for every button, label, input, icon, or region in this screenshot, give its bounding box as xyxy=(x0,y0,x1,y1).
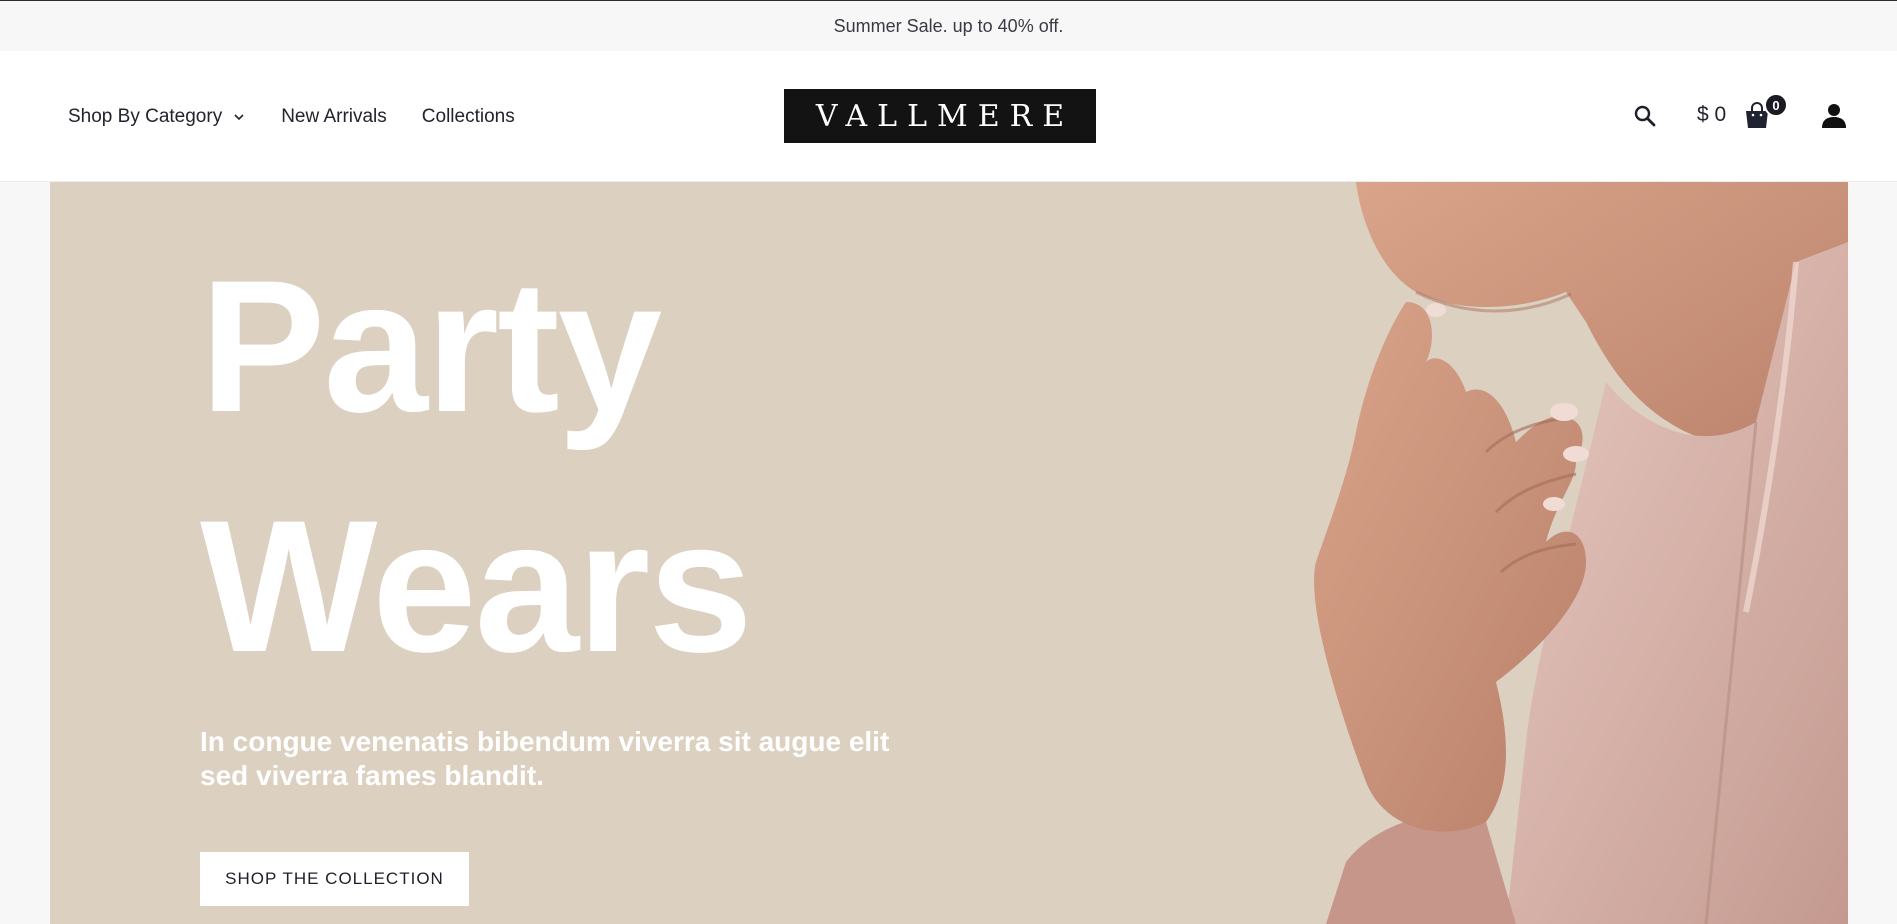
hero-title-line2: Wears xyxy=(200,481,753,691)
cart-total[interactable]: $ 0 xyxy=(1697,103,1726,127)
brand-logo[interactable]: VALLMERE xyxy=(784,89,1096,143)
model-image xyxy=(1314,182,1848,924)
site-header: Shop By Category New Arrivals Collection… xyxy=(0,51,1897,182)
announcement-bar: Summer Sale. up to 40% off. xyxy=(0,1,1897,51)
account-icon[interactable] xyxy=(1821,102,1847,128)
cart-count-badge: 0 xyxy=(1764,93,1788,117)
brand-logo-text: VALLMERE xyxy=(815,98,1075,134)
nav-collections[interactable]: Collections xyxy=(422,106,515,128)
header-actions: $ 0 0 xyxy=(1597,51,1897,182)
announcement-text: Summer Sale. up to 40% off. xyxy=(833,15,1064,36)
hero-title-line1: Party xyxy=(200,241,662,451)
nav-shop-by-category[interactable]: Shop By Category xyxy=(68,106,246,128)
nav-new-arrivals[interactable]: New Arrivals xyxy=(281,106,387,128)
nav-collections-label: Collections xyxy=(421,105,515,127)
hero-subtitle: In congue venenatis bibendum viverra sit… xyxy=(200,726,890,791)
nav-shop-by-category-label: Shop By Category xyxy=(68,105,223,127)
nav-new-arrivals-label: New Arrivals xyxy=(281,105,387,127)
main-nav: Shop By Category New Arrivals Collection… xyxy=(68,51,515,182)
chevron-down-icon xyxy=(234,113,244,120)
hero-banner: Party Wears In congue venenatis bibendum… xyxy=(50,182,1848,924)
shop-collection-button[interactable]: SHOP THE COLLECTION xyxy=(200,852,469,906)
search-icon[interactable] xyxy=(1633,104,1657,128)
